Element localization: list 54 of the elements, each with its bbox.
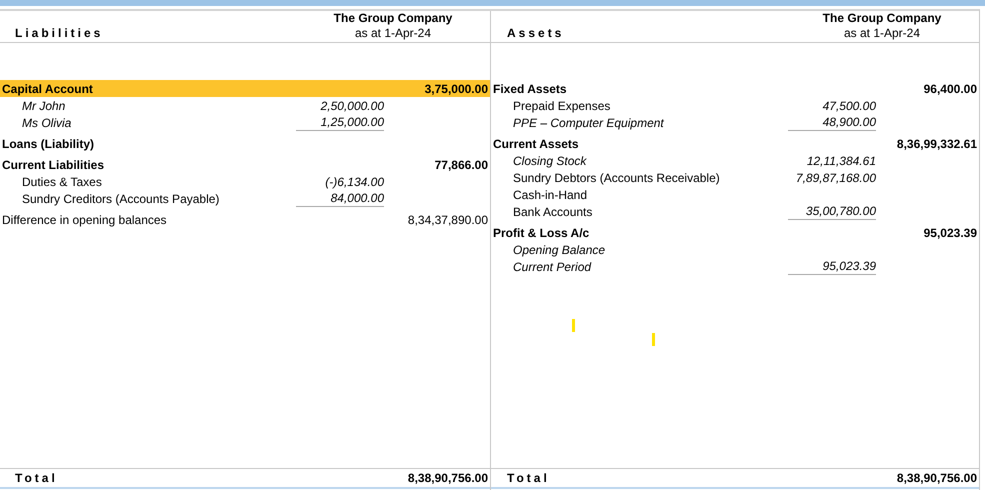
total-label: Total [507,471,550,485]
account-row[interactable]: Capital Account 3,75,000.00 [0,80,490,97]
account-name: Capital Account [2,82,93,96]
company-name: The Group Company [822,11,942,26]
account-name: Difference in opening balances [2,212,167,226]
ledger-amount: 35,00,780.00 [806,204,876,218]
ledger-amount: 84,000.00 [330,191,384,205]
ledger-name[interactable]: Sundry Creditors (Accounts Payable) [0,192,296,206]
ledger-amount: 95,023.39 [822,259,876,273]
total-amount: 8,38,90,756.00 [408,471,488,485]
cursor-mark [652,333,655,346]
ledger-name[interactable]: Duties & Taxes [0,174,296,188]
ledger-name[interactable]: Sundry Debtors (Accounts Receivable) [491,170,788,184]
account-name: Profit & Loss A/c [493,226,590,240]
column-heading: Assets [506,26,564,42]
cursor-mark [572,319,575,332]
account-total: 96,400.00 [924,82,977,96]
account-name: Fixed Assets [493,82,567,96]
ledger-amount: (-)6,134.00 [325,174,384,188]
ledger-amount: 12,11,384.61 [806,154,876,168]
ledger-amount: 47,500.00 [822,98,876,112]
account-total: 3,75,000.00 [424,82,488,96]
account-row[interactable]: Loans (Liability) [0,135,490,152]
ledger-name[interactable]: Cash-in-Hand [491,188,788,202]
column-heading: Liabilities [14,26,104,42]
period-label: as at 1-Apr-24 [844,26,920,41]
account-row[interactable]: Profit & Loss A/c 95,023.39 [491,224,979,241]
account-total: 95,023.39 [924,226,977,240]
ledger-name[interactable]: Closing Stock [491,154,788,168]
ledger-name[interactable]: Current Period [491,260,788,274]
account-total: 77,866.00 [434,158,488,172]
account-name: Loans (Liability) [2,136,94,150]
ledger-amount: 1,25,000.00 [320,115,384,129]
company-name: The Group Company [334,11,452,26]
account-row[interactable]: Current Liabilities 77,866.00 [0,156,490,173]
account-name: Current Assets [493,136,579,150]
account-total: 8,36,99,332.61 [896,136,977,150]
ledger-name[interactable]: Bank Accounts [491,204,788,218]
account-name: Current Liabilities [2,158,104,172]
account-row[interactable]: Current Assets 8,36,99,332.61 [491,135,979,152]
account-row[interactable]: Difference in opening balances 8,34,37,890.00 [0,211,490,228]
ledger-amount: 7,89,87,168.00 [796,170,876,184]
ledger-name[interactable]: Ms Olivia [0,116,296,130]
ledger-name[interactable]: Prepaid Expenses [491,98,788,112]
ledger-name[interactable]: PPE – Computer Equipment [491,116,788,130]
total-label: Total [15,471,58,485]
ledger-amount: 48,900.00 [822,115,876,129]
total-amount: 8,38,90,756.00 [896,471,977,485]
ledger-name[interactable]: Mr John [0,98,296,112]
account-row[interactable]: Fixed Assets 96,400.00 [491,80,979,97]
ledger-name[interactable]: Opening Balance [491,242,788,256]
account-total: 8,34,37,890.00 [408,212,488,226]
ledger-amount: 2,50,000.00 [320,98,384,112]
period-label: as at 1-Apr-24 [354,26,432,41]
